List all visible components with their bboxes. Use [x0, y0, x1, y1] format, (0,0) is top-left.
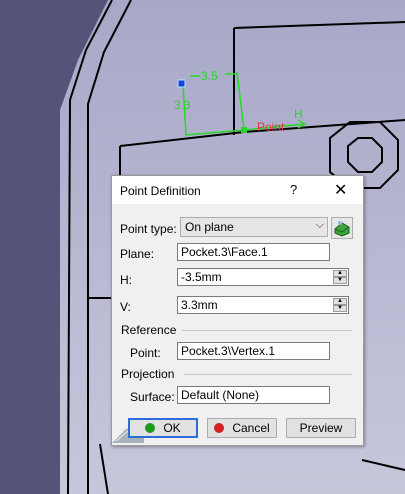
chevron-down-icon: ⌵ [315, 219, 324, 231]
projection-group-title: Projection [121, 367, 175, 381]
plane-field[interactable]: Pocket.3\Face.1 [177, 243, 330, 261]
ok-dot-icon [145, 423, 156, 433]
point-type-icon-button[interactable] [331, 217, 353, 239]
h-field[interactable]: -3.5mm ▲ ▼ [177, 268, 349, 286]
v-value: 3.3mm [181, 298, 218, 312]
reference-vertex [241, 127, 247, 133]
reference-group-title: Reference [121, 323, 177, 337]
v-label: V: [120, 300, 131, 314]
ok-label: OK [163, 421, 181, 435]
surface-field[interactable]: Default (None) [177, 386, 330, 404]
v-spinner[interactable]: ▲ ▼ [333, 298, 347, 312]
preview-button[interactable]: Preview [286, 418, 356, 438]
help-button[interactable]: ? [290, 182, 297, 197]
h-dimension: 3.5 [201, 69, 218, 83]
ok-button[interactable]: OK [128, 418, 198, 438]
spin-up-icon[interactable]: ▲ [333, 270, 347, 277]
projection-divider [184, 374, 352, 375]
v-field[interactable]: 3.3mm ▲ ▼ [177, 296, 349, 314]
point-type-value: On plane [185, 220, 234, 234]
surface-label: Surface: [130, 390, 175, 404]
spin-down-icon[interactable]: ▼ [333, 305, 347, 312]
dialog-titlebar[interactable]: Point Definition ? ✕ [112, 176, 363, 204]
point-handle[interactable] [177, 79, 186, 88]
h-axis-label: H [294, 107, 303, 121]
cancel-dot-icon [214, 423, 225, 433]
reference-divider [182, 330, 352, 331]
reference-point-field[interactable]: Pocket.3\Vertex.1 [177, 342, 330, 360]
point-definition-dialog: Point Definition ? ✕ Point type: On plan… [111, 175, 364, 446]
dialog-button-bar: OK Cancel Preview [112, 418, 362, 444]
spin-up-icon[interactable]: ▲ [333, 298, 347, 305]
plane-label: Plane: [120, 247, 155, 261]
spin-down-icon[interactable]: ▼ [333, 277, 347, 284]
point-label: Point [257, 120, 285, 134]
h-spinner[interactable]: ▲ ▼ [333, 270, 347, 284]
h-value: -3.5mm [181, 270, 222, 284]
close-button[interactable]: ✕ [334, 180, 347, 200]
dialog-title: Point Definition [120, 184, 201, 198]
point-type-select[interactable]: On plane ⌵ [180, 217, 328, 237]
v-dimension: 3.3 [174, 98, 191, 112]
reference-point-label: Point: [130, 346, 161, 360]
cancel-label: Cancel [232, 421, 270, 435]
cancel-button[interactable]: Cancel [207, 418, 277, 438]
h-label: H: [120, 273, 132, 287]
point-type-label: Point type: [120, 222, 177, 236]
